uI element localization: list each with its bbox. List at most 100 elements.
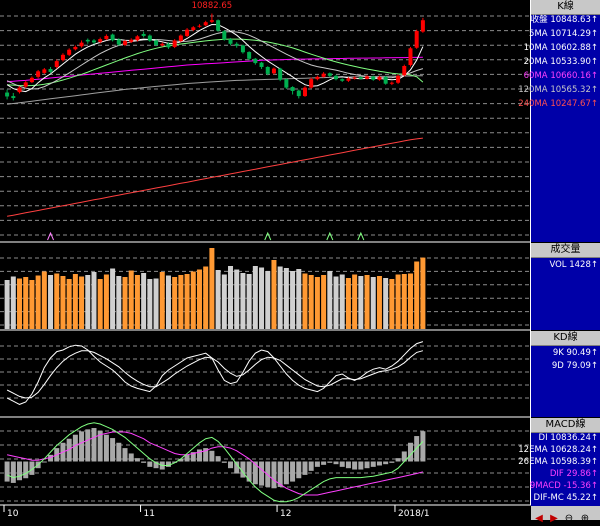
up-arrow-icon: ↑ (590, 481, 598, 491)
macd-row-dif-mc: DIF-MC 45.22↑ (534, 493, 598, 503)
volume-bar (321, 275, 327, 329)
candle-body (346, 78, 351, 81)
candle-body (23, 82, 28, 87)
macd-histogram-bar (41, 461, 47, 463)
row-label: 20MA (523, 57, 551, 67)
up-arrow-icon: ↑ (590, 493, 598, 503)
candle-body (327, 73, 332, 76)
ma120-line (7, 75, 423, 105)
candle-body (420, 20, 425, 32)
macd-histogram-bar (376, 461, 382, 466)
volume-bar (159, 272, 165, 329)
left-arrow-icon[interactable]: ◀ (531, 512, 547, 526)
candle-body (377, 76, 382, 80)
kline-row-20ma: 20MA 10533.90↑ (524, 57, 598, 67)
volume-bar (54, 273, 60, 329)
macd-histogram-bar (72, 434, 78, 462)
volume-bar (103, 274, 109, 329)
k-line (6, 341, 424, 405)
up-arrow-icon: ↑ (590, 361, 598, 371)
candle-body (98, 39, 103, 42)
macd-histogram-bar (290, 461, 296, 482)
macd-histogram-bar (17, 461, 23, 481)
candle-body (290, 87, 295, 91)
up-arrow-icon: ↑ (590, 99, 598, 109)
volume-bar (296, 269, 302, 329)
kline-row-60ma: 60MA 10660.16↑ (524, 71, 598, 81)
peak-price-label: 10882.65 (192, 1, 233, 11)
macd-histogram-bar (314, 461, 320, 467)
volume-bar (110, 268, 116, 329)
up-arrow-icon: ↑ (590, 71, 598, 81)
candle-body (79, 42, 84, 47)
macd-histogram-bar (370, 461, 376, 467)
volume-bar (414, 261, 420, 329)
volume-bar (327, 271, 333, 329)
macd-histogram-bar (383, 461, 389, 465)
macd-histogram-bar (308, 461, 314, 471)
candle-body (42, 69, 47, 73)
zoom-out-icon[interactable]: ⊖ (561, 512, 577, 526)
volume-bar (190, 271, 196, 329)
candle-body (172, 40, 177, 47)
macd-histogram-bar (302, 461, 308, 475)
row-value: 10660.16 (550, 71, 591, 81)
candle-body (191, 27, 196, 31)
candle-body (240, 45, 245, 53)
macd-histogram-bar (110, 438, 116, 462)
macd-histogram-bar (321, 461, 327, 465)
volume-bar (48, 275, 54, 329)
candle-body (265, 66, 270, 74)
volume-bar (17, 278, 23, 329)
row-label: 10MA (523, 43, 551, 53)
zoom-in-icon[interactable]: ⊕ (577, 512, 593, 526)
candle-body (5, 92, 10, 97)
macd-histogram-bar (10, 461, 16, 483)
row-value: 10628.24 (550, 445, 591, 455)
candle-body (315, 76, 320, 80)
volume-bar (66, 279, 72, 329)
row-label: DI (538, 433, 551, 443)
volume-bar (234, 269, 240, 329)
candle-body (67, 49, 72, 55)
volume-bar (134, 275, 140, 329)
volume-bar (345, 278, 351, 329)
macd-histogram-bar (283, 461, 289, 485)
candle-body (17, 87, 22, 93)
d-line (6, 350, 424, 399)
candle-body (203, 22, 208, 26)
x-tick-label: 10 (7, 509, 19, 519)
macd-histogram-bar (271, 461, 277, 489)
volume-bar (228, 266, 234, 329)
row-label: 60MA (523, 71, 551, 81)
signal-marker (326, 231, 334, 241)
chart-canvas: 10882.65 10 11 12 2018/1 (0, 0, 531, 519)
candle-body (54, 61, 59, 67)
row-label: 240MA (518, 99, 551, 109)
candle-body (408, 48, 413, 66)
row-label: 5MA (529, 29, 551, 39)
up-arrow-icon: ↑ (590, 469, 598, 479)
volume-bar (60, 276, 66, 329)
up-arrow-icon: ↑ (590, 445, 598, 455)
volume-bar (35, 275, 41, 329)
macd-histogram-bar (296, 461, 302, 479)
candle-body (228, 39, 233, 44)
row-label: VOL (549, 260, 570, 270)
volume-bar (395, 274, 401, 329)
up-arrow-icon: ↑ (590, 348, 598, 358)
volume-bar (389, 279, 395, 329)
macd-histogram-bar (364, 461, 370, 469)
candle-body (358, 77, 363, 79)
macd-histogram-bar (339, 461, 345, 467)
macd-histogram-bar (389, 461, 395, 463)
kd-row-9d: 9D 79.09↑ (552, 361, 598, 371)
candle-body (302, 87, 307, 97)
macd-histogram-bar (209, 450, 215, 462)
kline-row-10ma: 10MA 10602.88↑ (524, 43, 598, 53)
volume-bar (172, 277, 178, 329)
candle-body (197, 25, 202, 27)
volume-bar (203, 266, 209, 329)
right-arrow-icon[interactable]: ▶ (547, 512, 561, 526)
volume-bar (196, 269, 202, 329)
